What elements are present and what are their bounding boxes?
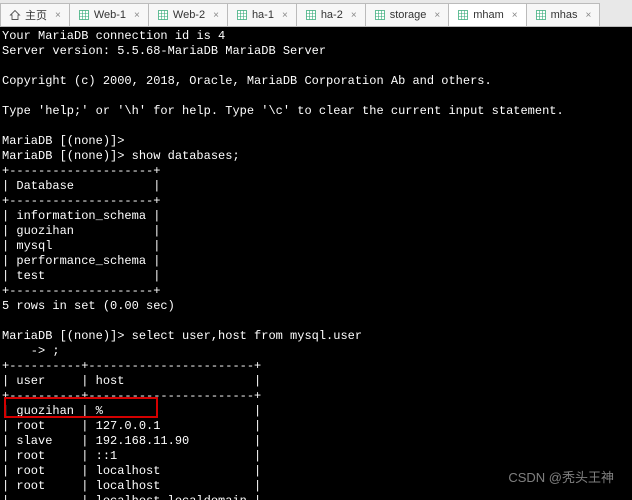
sheet-icon <box>157 9 169 21</box>
sheet-icon <box>236 9 248 21</box>
close-icon[interactable]: × <box>434 10 440 21</box>
sheet-icon <box>78 9 90 21</box>
tab-mhas[interactable]: mhas × <box>526 3 601 26</box>
tab-web-2[interactable]: Web-2 × <box>148 3 228 26</box>
tab-label: Web-1 <box>94 9 126 21</box>
tab-label: mham <box>473 9 504 21</box>
tab-label: storage <box>390 9 427 21</box>
tab-label: Web-2 <box>173 9 205 21</box>
tab-ha-1[interactable]: ha-1 × <box>227 3 297 26</box>
tab-bar: 主页×Web-1×Web-2×ha-1×ha-2×storage×mham×mh… <box>0 0 632 27</box>
app-window: 主页×Web-1×Web-2×ha-1×ha-2×storage×mham×mh… <box>0 0 632 500</box>
sheet-icon <box>374 9 386 21</box>
tab-web-1[interactable]: Web-1 × <box>69 3 149 26</box>
terminal-output[interactable]: Your MariaDB connection id is 4 Server v… <box>0 27 632 500</box>
tab-storage[interactable]: storage × <box>365 3 450 26</box>
highlight-box <box>4 397 158 418</box>
sheet-icon <box>305 9 317 21</box>
close-icon[interactable]: × <box>351 10 357 21</box>
sheet-icon <box>457 9 469 21</box>
tab-mham[interactable]: mham × <box>448 3 526 26</box>
tab-主页[interactable]: 主页 × <box>0 3 70 26</box>
close-icon[interactable]: × <box>512 10 518 21</box>
tab-ha-2[interactable]: ha-2 × <box>296 3 366 26</box>
close-icon[interactable]: × <box>134 10 140 21</box>
tab-label: mhas <box>551 9 578 21</box>
close-icon[interactable]: × <box>586 10 592 21</box>
close-icon[interactable]: × <box>55 10 61 21</box>
sheet-icon <box>535 9 547 21</box>
watermark-text: CSDN @秃头王神 <box>508 467 614 486</box>
tab-label: 主页 <box>25 7 47 23</box>
home-icon <box>9 9 21 21</box>
close-icon[interactable]: × <box>282 10 288 21</box>
close-icon[interactable]: × <box>213 10 219 21</box>
tab-label: ha-2 <box>321 9 343 21</box>
tab-label: ha-1 <box>252 9 274 21</box>
